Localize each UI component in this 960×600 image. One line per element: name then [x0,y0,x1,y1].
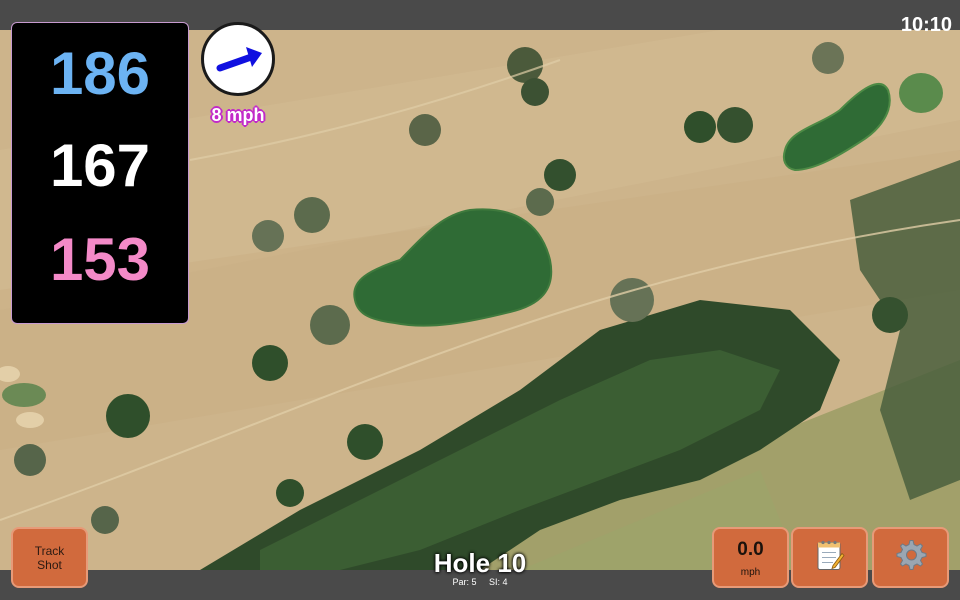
tree [347,424,383,460]
putting-green [2,383,46,407]
speed-value: 0.0 [737,539,764,560]
tree [521,78,549,106]
distance-back: 186 [49,40,151,107]
gear-icon [894,538,928,577]
hole-par: Par: 5 [452,577,477,587]
distance-middle: 167 [49,132,151,199]
wind-speed-label: 8 mph [211,105,265,125]
wind-arrow-icon [216,47,262,72]
tree [684,111,716,143]
tree [872,297,908,333]
bunker [16,412,44,428]
tree [91,506,119,534]
tree [252,220,284,252]
track-shot-button[interactable]: Track Shot [11,527,88,588]
speed-button[interactable]: 0.0 mph [712,527,789,588]
speed-unit: mph [740,567,761,578]
tree [526,188,554,216]
hole-title: Hole 10 [433,548,527,578]
tree [276,479,304,507]
tree [812,42,844,74]
status-clock: 10:10 [900,14,952,36]
distance-panel: 186 167 153 [11,22,189,324]
tree [252,345,288,381]
tree [507,47,543,83]
tree [409,114,441,146]
wind-dial [201,22,275,96]
tree [310,305,350,345]
track-shot-label-line1: Track [34,543,65,558]
golf-gps-screen: 10:10 186 167 153 8 mph Track Shot Hole … [0,0,960,600]
notes-button[interactable] [791,527,868,588]
tree [610,278,654,322]
tree [717,107,753,143]
settings-button[interactable] [872,527,949,588]
hole-info: Par: 5 SI: 4 [380,577,580,587]
notepad-icon [815,539,845,576]
track-shot-label-line2: Shot [37,557,62,572]
tree [544,159,576,191]
hole-stroke-index: SI: 4 [489,577,508,587]
distance-front: 153 [49,226,151,293]
tee-box [899,73,943,113]
tree [294,197,330,233]
tree [14,444,46,476]
tree [106,394,150,438]
